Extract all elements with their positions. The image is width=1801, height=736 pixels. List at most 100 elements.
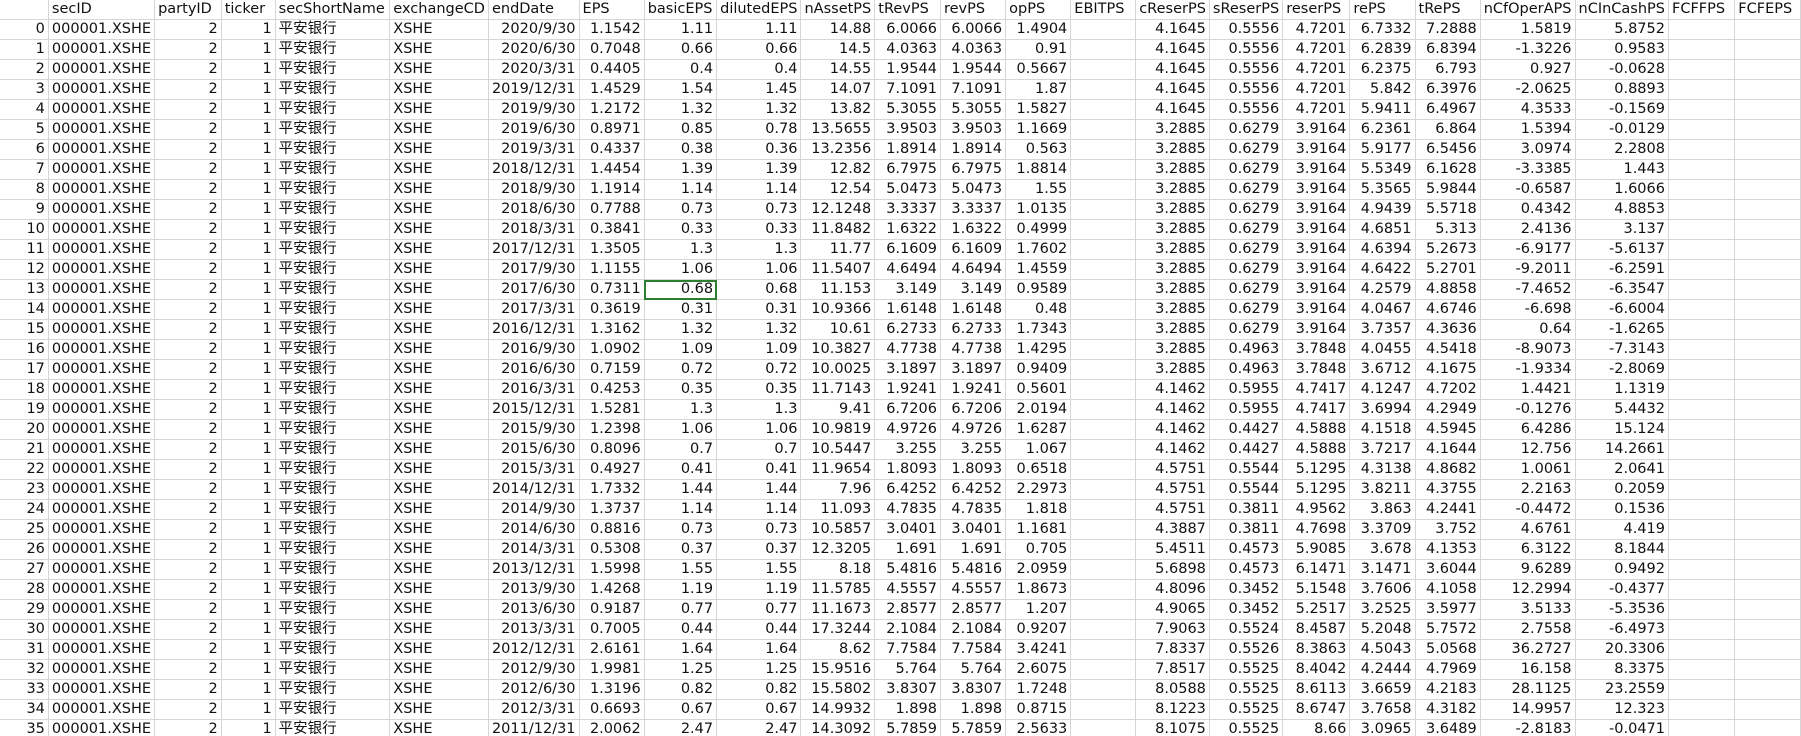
table-cell[interactable]: 0.6279: [1209, 139, 1284, 160]
table-cell[interactable]: 2: [154, 219, 222, 240]
table-cell[interactable]: 1.1914: [579, 179, 645, 200]
table-cell[interactable]: 1.5998: [579, 559, 645, 580]
table-cell[interactable]: 4.7698: [1282, 519, 1351, 540]
table-cell[interactable]: 3.1897: [940, 359, 1007, 380]
table-cell[interactable]: 1.3: [716, 239, 802, 260]
table-cell[interactable]: 14.07: [800, 79, 876, 100]
table-cell[interactable]: 1.25: [716, 659, 802, 680]
table-cell[interactable]: XSHE: [389, 79, 489, 100]
table-cell[interactable]: [1734, 139, 1801, 160]
table-cell[interactable]: 6.0066: [940, 19, 1007, 40]
spreadsheet-grid[interactable]: secID partyID ticker secShortName exchangeCD…: [0, 0, 1801, 736]
table-cell[interactable]: 0.9492: [1575, 559, 1670, 580]
table-cell[interactable]: 4.2949: [1415, 399, 1481, 420]
table-cell[interactable]: 2018/12/31: [488, 159, 580, 180]
table-cell[interactable]: 0.5556: [1209, 79, 1284, 100]
table-cell[interactable]: [1070, 299, 1137, 320]
table-cell[interactable]: 23.2559: [1575, 679, 1670, 700]
table-cell[interactable]: 1.9544: [874, 59, 941, 80]
table-cell[interactable]: 1.44: [644, 479, 718, 500]
table-cell[interactable]: 1: [221, 399, 276, 420]
table-cell[interactable]: 0.37: [644, 539, 718, 560]
table-cell[interactable]: 1.6148: [940, 299, 1007, 320]
table-cell[interactable]: 1.1155: [579, 259, 645, 280]
table-cell[interactable]: 4.5888: [1282, 419, 1351, 440]
table-cell[interactable]: 0.5525: [1209, 679, 1284, 700]
table-cell[interactable]: 4.7201: [1282, 99, 1351, 120]
table-cell[interactable]: 1.8093: [874, 459, 941, 480]
row-index-cell[interactable]: 19: [0, 399, 49, 420]
table-cell[interactable]: 3.7606: [1349, 579, 1416, 600]
table-cell[interactable]: 000001.XSHE: [48, 239, 156, 260]
table-cell[interactable]: 3.1471: [1349, 559, 1416, 580]
table-cell[interactable]: 5.3565: [1349, 179, 1416, 200]
table-cell[interactable]: 3.6659: [1349, 679, 1416, 700]
table-cell[interactable]: 2: [154, 19, 222, 40]
table-cell[interactable]: 0.5526: [1209, 639, 1284, 660]
table-cell[interactable]: 3.6994: [1349, 399, 1416, 420]
table-cell[interactable]: 1.3196: [579, 679, 645, 700]
table-cell[interactable]: 1.3: [644, 399, 718, 420]
table-cell[interactable]: 0.6279: [1209, 219, 1284, 240]
table-cell[interactable]: 0.4573: [1209, 539, 1284, 560]
table-cell[interactable]: [1070, 419, 1137, 440]
table-cell[interactable]: 1.32: [716, 319, 802, 340]
table-cell[interactable]: [1070, 79, 1137, 100]
table-cell[interactable]: 2: [154, 439, 222, 460]
table-cell[interactable]: 2017/6/30: [488, 279, 580, 300]
row-index-cell[interactable]: 9: [0, 199, 49, 220]
table-cell[interactable]: 0.8096: [579, 439, 645, 460]
table-cell[interactable]: 1.3: [716, 399, 802, 420]
table-cell[interactable]: 2.0062: [579, 719, 645, 736]
column-header-cell[interactable]: ticker: [221, 0, 276, 20]
table-cell[interactable]: 2: [154, 559, 222, 580]
table-cell[interactable]: 000001.XSHE: [48, 619, 156, 640]
table-cell[interactable]: 4.5418: [1415, 339, 1481, 360]
table-cell[interactable]: [1070, 399, 1137, 420]
table-cell[interactable]: 0.5308: [579, 539, 645, 560]
table-cell[interactable]: 0.67: [716, 699, 802, 720]
table-cell[interactable]: [1734, 259, 1801, 280]
table-cell[interactable]: XSHE: [389, 299, 489, 320]
table-cell[interactable]: 0.6279: [1209, 179, 1284, 200]
table-cell[interactable]: 2017/12/31: [488, 239, 580, 260]
table-cell[interactable]: [1668, 599, 1736, 620]
table-cell[interactable]: 5.1295: [1282, 479, 1351, 500]
table-cell[interactable]: 0.5525: [1209, 719, 1284, 736]
table-cell[interactable]: 000001.XSHE: [48, 579, 156, 600]
table-cell[interactable]: 0.4405: [579, 59, 645, 80]
table-cell[interactable]: 2015/9/30: [488, 419, 580, 440]
table-cell[interactable]: 2: [154, 259, 222, 280]
table-cell[interactable]: [1070, 459, 1137, 480]
table-cell[interactable]: 1.4295: [1005, 339, 1072, 360]
table-cell[interactable]: 0.6279: [1209, 259, 1284, 280]
row-index-cell[interactable]: 34: [0, 699, 49, 720]
table-cell[interactable]: 0.7: [716, 439, 802, 460]
table-cell[interactable]: XSHE: [389, 419, 489, 440]
table-cell[interactable]: 4.6761: [1480, 519, 1576, 540]
table-cell[interactable]: 4.5888: [1282, 439, 1351, 460]
table-cell[interactable]: 平安银行: [275, 459, 391, 480]
table-cell[interactable]: 5.9085: [1282, 539, 1351, 560]
table-cell[interactable]: 8.4587: [1282, 619, 1351, 640]
table-cell[interactable]: 2017/9/30: [488, 259, 580, 280]
table-cell[interactable]: 平安银行: [275, 79, 391, 100]
table-cell[interactable]: 3.2885: [1135, 359, 1210, 380]
table-cell[interactable]: 0.4337: [579, 139, 645, 160]
table-cell[interactable]: XSHE: [389, 19, 489, 40]
table-cell[interactable]: XSHE: [389, 579, 489, 600]
table-cell[interactable]: 1: [221, 159, 276, 180]
table-cell[interactable]: 0.6279: [1209, 239, 1284, 260]
table-cell[interactable]: 1.4529: [579, 79, 645, 100]
table-cell[interactable]: 0.6279: [1209, 279, 1284, 300]
table-cell[interactable]: [1734, 579, 1801, 600]
table-cell[interactable]: 5.2673: [1415, 239, 1481, 260]
table-cell[interactable]: [1734, 679, 1801, 700]
table-cell[interactable]: 0.5525: [1209, 659, 1284, 680]
table-cell[interactable]: 2019/12/31: [488, 79, 580, 100]
table-cell[interactable]: 平安银行: [275, 179, 391, 200]
table-cell[interactable]: 3.7658: [1349, 699, 1416, 720]
table-cell[interactable]: 3.9164: [1282, 259, 1351, 280]
table-cell[interactable]: [1668, 259, 1736, 280]
table-cell[interactable]: [1734, 439, 1801, 460]
